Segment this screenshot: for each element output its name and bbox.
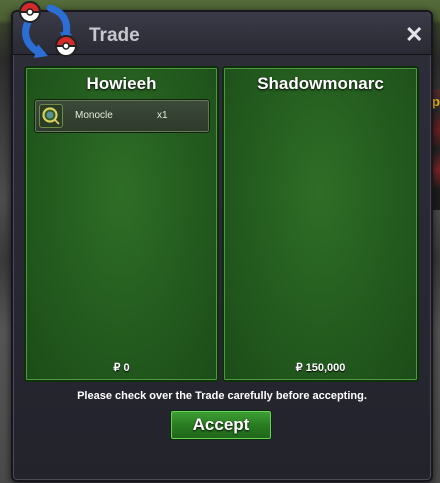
trade-window: Trade ✕ Howieeh Monocle x1 ₽ 0 Shadowmon…	[11, 10, 433, 482]
money-offer-left: ₽ 0	[113, 362, 130, 374]
player-name-right: Shadowmonarc	[257, 74, 384, 93]
trade-item-row[interactable]: Monocle x1	[34, 99, 210, 133]
money-offer-right: ₽ 150,000	[295, 362, 346, 374]
monocle-icon	[39, 104, 63, 128]
item-quantity: x1	[157, 110, 168, 121]
item-name: Monocle	[75, 110, 113, 121]
trade-exchange-icon	[18, 1, 78, 58]
close-button[interactable]: ✕	[405, 24, 423, 46]
window-title: Trade	[89, 25, 140, 46]
player-offer-panel-right: Shadowmonarc ₽ 150,000	[222, 66, 419, 382]
player-name-left: Howieeh	[86, 74, 157, 93]
accept-button[interactable]: Accept	[170, 410, 272, 440]
trade-warning-message: Please check over the Trade carefully be…	[77, 390, 367, 402]
player-offer-panel-left: Howieeh Monocle x1 ₽ 0	[24, 66, 219, 382]
